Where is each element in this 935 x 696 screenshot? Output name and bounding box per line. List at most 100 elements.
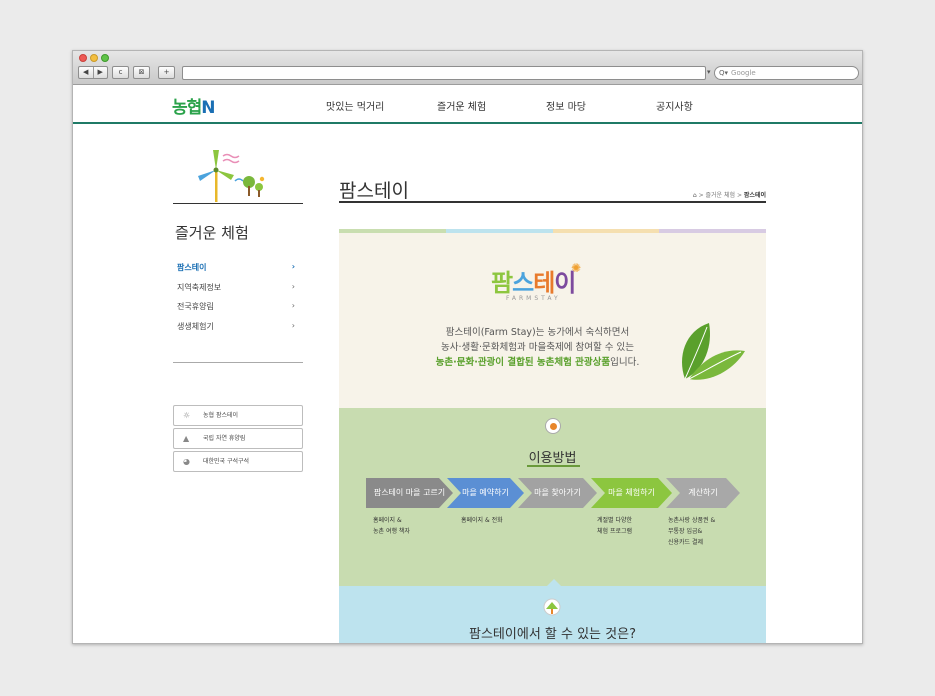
step-note-line: 홈페이지 & 전화 [461, 517, 503, 524]
step-note-line: 체험 프로그램 [597, 528, 633, 535]
farmstay-brand-logo: 팜스테이 [491, 263, 576, 298]
usage-section: 이용방법 팜스테이 마을 고르기 마을 예약하기 마을 찾아가기 마을 체험하기… [339, 408, 766, 586]
step-note-line: 계절별 다양한 [597, 517, 633, 524]
close-window-button[interactable] [79, 54, 87, 62]
page-title-text: 팜스테이 [339, 180, 409, 202]
windmill-illustration [173, 148, 303, 204]
activities-section: 팜스테이에서 할 수 있는 것은? [339, 579, 766, 643]
banner-label: 대한민국 구석구석 [203, 458, 250, 465]
sidebar-item-festival[interactable]: 지역축제정보 › [177, 282, 303, 302]
back-icon[interactable]: ◀ [79, 67, 93, 78]
back-forward-buttons: ◀ ▶ [78, 66, 108, 79]
farmstay-intro: 팜스테이 ✺ FARMSTAY 팜스테이(Farm Stay)는 농가에서 숙식… [339, 233, 766, 408]
new-tab-icon[interactable]: + [158, 66, 175, 79]
step-note: 홈페이지 & 농촌 여행 책자 [373, 515, 410, 537]
step-note-line: 홈페이지 & [373, 517, 402, 524]
sun-icon: ✺ [571, 261, 582, 275]
banner-label: 농협 팜스테이 [203, 412, 239, 419]
step-label: 마을 찾아가기 [534, 488, 581, 497]
sidebar-item-review[interactable]: 생생체험기 › [177, 321, 303, 341]
breadcrumb: ⌂ > 즐거운 체험 > 팜스테이 [693, 190, 766, 199]
logo-text: 농협 [172, 98, 202, 118]
sidebar-item-label: 생생체험기 [177, 321, 214, 331]
chevron-right-icon: › [291, 320, 295, 330]
sun-icon: ☼ [183, 411, 191, 420]
banner-korea[interactable]: ◕ 대한민국 구석구석 [173, 451, 303, 472]
usage-title: 이용방법 [528, 451, 577, 466]
chevron-right-icon: › [291, 262, 295, 271]
sidebar-item-farmstay[interactable]: 팜스테이 › [177, 262, 303, 282]
logo-n: N [201, 98, 215, 118]
search-field[interactable]: Q▾ Google [714, 66, 859, 80]
browser-toolbar: ◀ ▶ c ⊠ + ▾ Q▾ Google [73, 51, 862, 85]
step-note-line: 무통장 입금& [668, 528, 703, 535]
menu-food[interactable]: 맛있는 먹거리 [326, 98, 384, 113]
breadcrumb-current: 팜스테이 [743, 192, 766, 199]
tree-icon [543, 598, 561, 616]
bookmark-icon[interactable]: ⊠ [133, 66, 150, 79]
chevron-right-icon: › [291, 281, 295, 291]
step-choose-village: 팜스테이 마을 고르기 [366, 478, 453, 508]
step-visit: 마을 찾아가기 [518, 478, 597, 508]
menu-experience[interactable]: 즐거운 체험 [437, 98, 486, 113]
step-label: 마을 예약하기 [462, 488, 509, 497]
sidebar-item-label: 지역축제정보 [177, 282, 222, 292]
title-underline [527, 465, 580, 467]
search-icon: Q▾ [719, 69, 729, 77]
step-pay: 계산하기 [666, 478, 740, 508]
step-label: 팜스테이 마을 고르기 [373, 488, 446, 497]
minimize-window-button[interactable] [90, 54, 98, 62]
home-icon[interactable]: ⌂ [693, 192, 697, 199]
breadcrumb-item[interactable]: 즐거운 체험 [706, 192, 736, 199]
page-title: 팜스테이 ⌂ > 즐거운 체험 > 팜스테이 [339, 176, 766, 203]
search-placeholder: Google [731, 69, 756, 77]
step-label: 마을 체험하기 [608, 488, 655, 497]
window-controls [79, 54, 109, 62]
usage-steps: 팜스테이 마을 고르기 마을 예약하기 마을 찾아가기 마을 체험하기 계산하기 [366, 478, 740, 508]
step-label: 계산하기 [688, 488, 718, 497]
main-content: 팜스테이 ⌂ > 즐거운 체험 > 팜스테이 팜스테이 ✺ FARMSTAY 팜… [339, 148, 766, 643]
global-nav: 농협N 맛있는 먹거리 즐거운 체험 정보 마당 공지사항 [73, 86, 862, 124]
banner-label: 국립 자연 휴양림 [203, 435, 246, 442]
menu-info[interactable]: 정보 마당 [546, 98, 586, 113]
brand-char: 스 [512, 269, 534, 297]
step-note-line: 농촌사랑 상품권 & [668, 517, 716, 524]
browser-nav-buttons: ◀ ▶ c ⊠ + [78, 66, 175, 79]
step-note-line: 신용카드 결제 [668, 539, 704, 546]
browser-window: ◀ ▶ c ⊠ + ▾ Q▾ Google 농협N 맛있는 먹거리 즐거운 체험 … [72, 50, 863, 644]
pencil-marker-icon [545, 418, 561, 434]
zoom-window-button[interactable] [101, 54, 109, 62]
step-experience: 마을 체험하기 [591, 478, 672, 508]
leaf-icon [682, 323, 745, 380]
address-bar[interactable] [182, 66, 706, 80]
sidebar-item-label: 전국휴양림 [177, 302, 214, 311]
site-page: 농협N 맛있는 먹거리 즐거운 체험 정보 마당 공지사항 즐거운 체험 팜스테… [73, 86, 862, 643]
globe-icon: ◕ [183, 457, 190, 466]
menu-notice[interactable]: 공지사항 [656, 98, 693, 113]
brand-char: 테 [533, 269, 555, 297]
activities-title: 팜스테이에서 할 수 있는 것은? [469, 627, 636, 642]
sidebar-menu: 팜스테이 › 지역축제정보 › 전국휴양림 › 생생체험기 › [173, 262, 303, 363]
breadcrumb-separator: > [698, 192, 704, 199]
step-note: 농촌사랑 상품권 & 무통장 입금& 신용카드 결제 [668, 515, 715, 548]
chevron-right-icon: › [291, 301, 295, 310]
nonghyup-logo[interactable]: 농협N [172, 93, 216, 118]
banner-farmstay[interactable]: ☼ 농협 팜스테이 [173, 405, 303, 426]
section-notch [547, 579, 561, 586]
step-note-line: 농촌 여행 책자 [373, 528, 410, 535]
step-reserve: 마을 예약하기 [447, 478, 524, 508]
sidebar-title: 즐거운 체험 [175, 224, 249, 242]
reload-icon[interactable]: c [112, 66, 129, 79]
step-note: 홈페이지 & 전화 [461, 515, 503, 526]
forward-icon[interactable]: ▶ [92, 67, 108, 78]
mountain-icon: ▲ [183, 434, 190, 443]
windmill-icon [198, 150, 265, 202]
sidebar: 즐거운 체험 팜스테이 › 지역축제정보 › 전국휴양림 › 생생체험기 › ☼ 농협 팜… [173, 148, 303, 474]
banner-list: ☼ 농협 팜스테이 ▲ 국립 자연 휴양림 ◕ 대한민국 구석구석 [173, 405, 303, 472]
sidebar-item-forest[interactable]: 전국휴양림 › [177, 301, 303, 321]
banner-forest[interactable]: ▲ 국립 자연 휴양림 [173, 428, 303, 449]
brand-char: 팜 [491, 269, 513, 297]
step-note: 계절별 다양한체험 프로그램 [597, 515, 632, 537]
url-dropdown-icon[interactable]: ▾ [707, 68, 711, 76]
breadcrumb-separator: > [736, 192, 742, 199]
